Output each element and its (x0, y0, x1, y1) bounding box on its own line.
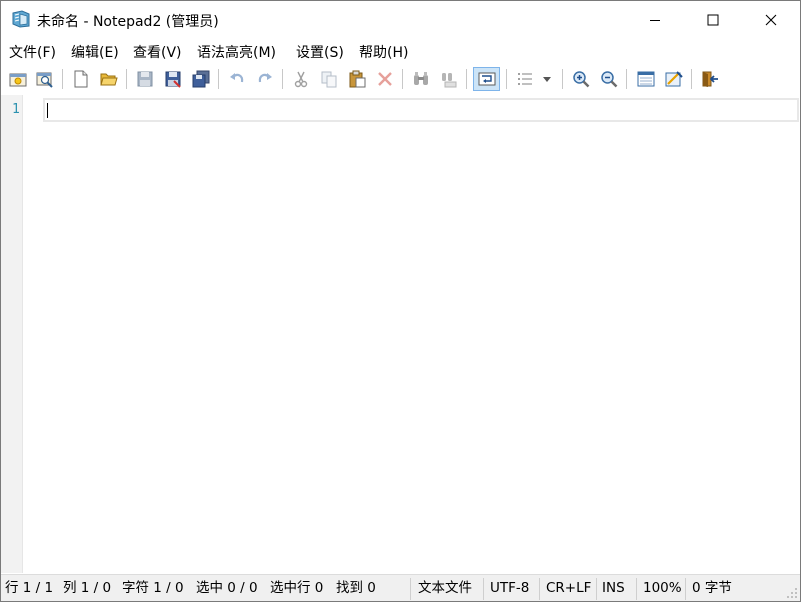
line-number: 1 (12, 102, 20, 117)
status-bar: 行 1 / 1 列 1 / 0 字符 1 / 0 选中 0 / 0 选中行 0 … (1, 574, 800, 601)
menu-bar: 文件(F) 编辑(E) 查看(V) 语法高亮(M) 设置(S) 帮助(H) (1, 39, 800, 63)
current-line-highlight[interactable] (43, 98, 799, 122)
new-window-button[interactable] (6, 67, 30, 91)
toolbar (1, 64, 800, 94)
customize-button[interactable] (662, 67, 686, 91)
resize-grip-icon[interactable] (786, 587, 798, 599)
delete-icon (378, 72, 392, 86)
title-bar[interactable]: 未命名 - Notepad2 (管理员) (1, 1, 800, 39)
notepad2-window: 未命名 - Notepad2 (管理员) 文件(F) 编辑(E) 查看(V) 语… (0, 0, 801, 602)
status-column: 列 1 / 0 (63, 580, 112, 596)
paste-icon (349, 70, 366, 88)
status-divider (596, 578, 597, 600)
line-number-gutter: 1 (1, 95, 23, 573)
cut-button[interactable] (289, 67, 313, 91)
menu-help[interactable]: 帮助(H) (358, 42, 409, 62)
status-divider (483, 578, 484, 600)
find-button[interactable] (409, 67, 433, 91)
delete-button[interactable] (373, 67, 397, 91)
toolbar-separator (402, 69, 403, 89)
toolbar-separator (126, 69, 127, 89)
status-selection: 选中 0 / 0 (196, 580, 258, 596)
exit-icon (702, 71, 718, 87)
status-file-type[interactable]: 文本文件 (414, 575, 472, 601)
redo-button[interactable] (253, 67, 277, 91)
toolbar-separator (218, 69, 219, 89)
save-all-button[interactable] (189, 67, 213, 91)
toolbar-separator (466, 69, 467, 89)
text-caret (47, 103, 48, 118)
new-file-button[interactable] (69, 67, 93, 91)
window-title: 未命名 - Notepad2 (管理员) (37, 14, 219, 30)
zoom-in-icon (573, 71, 590, 88)
status-selected-lines: 选中行 0 (270, 580, 324, 596)
maximize-button[interactable] (684, 1, 742, 39)
word-wrap-button[interactable] (473, 67, 500, 91)
find-icon (414, 72, 428, 85)
menu-edit[interactable]: 编辑(E) (70, 42, 120, 62)
copy-icon (321, 71, 337, 88)
status-bytes: 0 字节 (692, 580, 732, 596)
menu-settings[interactable]: 设置(S) (295, 42, 345, 62)
zoom-out-button[interactable] (597, 67, 621, 91)
save-as-button[interactable] (161, 67, 185, 91)
toolbar-separator (282, 69, 283, 89)
status-found: 找到 0 (336, 580, 376, 596)
cut-icon (294, 71, 308, 88)
menu-view[interactable]: 查看(V) (132, 42, 183, 62)
redo-icon (258, 73, 272, 83)
browse-icon (36, 72, 53, 88)
status-divider (685, 578, 686, 600)
status-divider (539, 578, 540, 600)
close-icon (765, 14, 777, 26)
zoom-in-button[interactable] (569, 67, 593, 91)
browse-button[interactable] (33, 67, 57, 91)
undo-button[interactable] (225, 67, 249, 91)
status-zoom[interactable]: 100% (639, 575, 682, 601)
notepad-app-icon[interactable] (11, 10, 31, 28)
status-chars: 字符 1 / 0 (122, 580, 184, 596)
new-window-icon (9, 73, 27, 87)
list-icon (518, 73, 532, 85)
status-encoding[interactable]: UTF-8 (486, 575, 529, 601)
dropdown-arrow-icon (543, 77, 551, 82)
toolbar-separator (506, 69, 507, 89)
menu-syntax[interactable]: 语法高亮(M) (196, 42, 277, 62)
exit-button[interactable] (698, 67, 722, 91)
list-button[interactable] (513, 67, 537, 91)
list-dropdown-button[interactable] (539, 67, 555, 91)
schema-button[interactable] (634, 67, 658, 91)
open-file-button[interactable] (97, 67, 121, 91)
save-button[interactable] (133, 67, 157, 91)
replace-icon (442, 73, 457, 88)
undo-icon (230, 73, 244, 83)
close-button[interactable] (742, 1, 800, 39)
copy-button[interactable] (317, 67, 341, 91)
toolbar-separator (626, 69, 627, 89)
toolbar-separator (62, 69, 63, 89)
save-as-icon (165, 71, 181, 88)
minimize-icon (650, 20, 660, 21)
schema-icon (637, 71, 655, 87)
customize-icon (665, 71, 683, 87)
status-line-ending[interactable]: CR+LF (542, 575, 591, 601)
toolbar-separator (562, 69, 563, 89)
editor-area[interactable]: 1 (1, 95, 800, 573)
new-file-icon (74, 70, 88, 88)
replace-button[interactable] (437, 67, 461, 91)
minimize-button[interactable] (626, 1, 684, 39)
open-file-icon (100, 73, 118, 86)
status-divider (636, 578, 637, 600)
toolbar-separator (691, 69, 692, 89)
menu-file[interactable]: 文件(F) (8, 42, 57, 62)
status-divider (410, 578, 411, 600)
status-insert-mode[interactable]: INS (598, 575, 625, 601)
paste-button[interactable] (345, 67, 369, 91)
save-icon (137, 71, 153, 87)
status-line: 行 1 / 1 (5, 580, 54, 596)
save-all-icon (192, 70, 210, 88)
word-wrap-icon (478, 72, 495, 86)
zoom-out-icon (601, 71, 618, 88)
maximize-icon (707, 14, 719, 26)
